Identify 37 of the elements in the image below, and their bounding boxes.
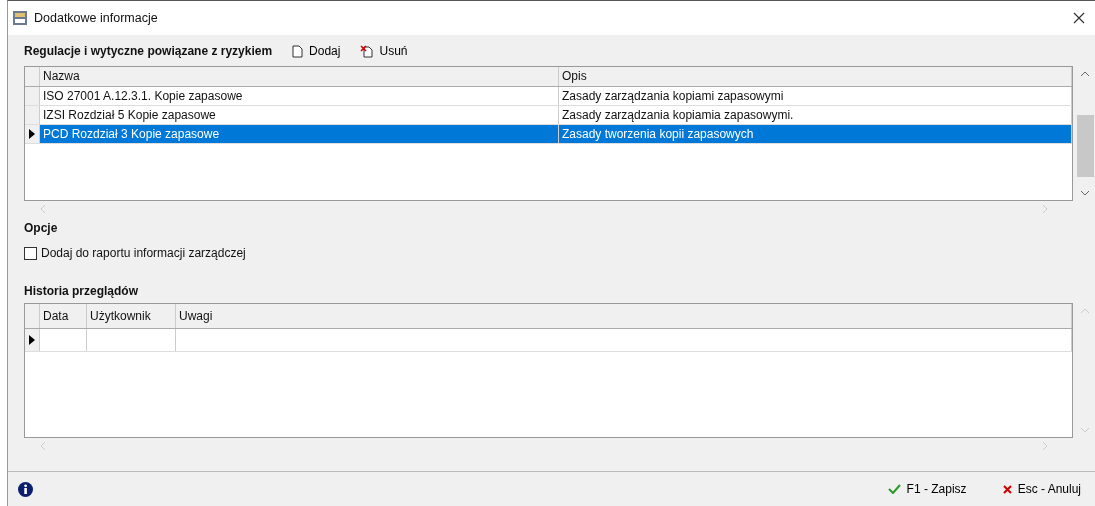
column-header[interactable]: Użytkownik xyxy=(87,304,176,328)
table-cell[interactable]: ISO 27001 A.12.3.1. Kopie zapasowe xyxy=(40,87,559,105)
row-header[interactable] xyxy=(25,125,40,143)
table-cell[interactable]: Zasady zarządzania kopiami zapasowymi xyxy=(559,87,1072,105)
checkbox[interactable] xyxy=(24,246,37,260)
section-heading: Opcje xyxy=(24,221,59,235)
column-header[interactable]: Data xyxy=(40,304,87,328)
delete-page-icon xyxy=(360,44,374,58)
table-cell[interactable]: Zasady tworzenia kopii zapasowych xyxy=(559,125,1072,143)
table-cell[interactable]: Zasady zarządzania kopiamia zapasowymi. xyxy=(559,106,1072,124)
row-header[interactable] xyxy=(25,329,40,351)
remove-button[interactable]: Usuń xyxy=(360,44,408,58)
app-icon xyxy=(13,11,27,25)
scroll-right-icon[interactable] xyxy=(1042,442,1048,450)
close-icon[interactable] xyxy=(1073,12,1085,24)
scroll-down-icon[interactable] xyxy=(1081,190,1089,196)
scroll-up-icon[interactable] xyxy=(1081,71,1089,77)
checkbox-label[interactable]: Dodaj do raportu informacji zarządczej xyxy=(41,246,246,260)
table-cell[interactable]: IZSI Rozdział 5 Kopie zapasowe xyxy=(40,106,559,124)
column-header[interactable]: Nazwa xyxy=(40,67,559,86)
page-icon xyxy=(292,44,304,58)
column-header[interactable]: Opis xyxy=(559,67,1072,86)
add-button[interactable]: Dodaj xyxy=(292,44,341,58)
column-header[interactable]: Uwagi xyxy=(176,304,1072,328)
save-button[interactable]: F1 - Zapisz xyxy=(887,482,967,496)
scroll-right-icon[interactable] xyxy=(1042,205,1048,213)
window-title: Dodatkowe informacje xyxy=(34,11,158,25)
cancel-button[interactable]: Esc - Anuluj xyxy=(1002,482,1081,496)
scroll-left-icon[interactable] xyxy=(40,205,46,213)
section-heading: Regulacje i wytyczne powiązane z ryzykiem xyxy=(24,44,273,58)
checkmark-icon xyxy=(887,484,901,494)
cross-icon xyxy=(1002,484,1012,494)
scroll-left-icon[interactable] xyxy=(40,442,46,450)
table-cell[interactable]: PCD Rozdział 3 Kopie zapasowe xyxy=(40,125,559,143)
section-heading: Historia przeglądów xyxy=(24,284,140,298)
scrollbar-thumb[interactable] xyxy=(1076,115,1094,177)
info-icon[interactable] xyxy=(18,481,33,497)
